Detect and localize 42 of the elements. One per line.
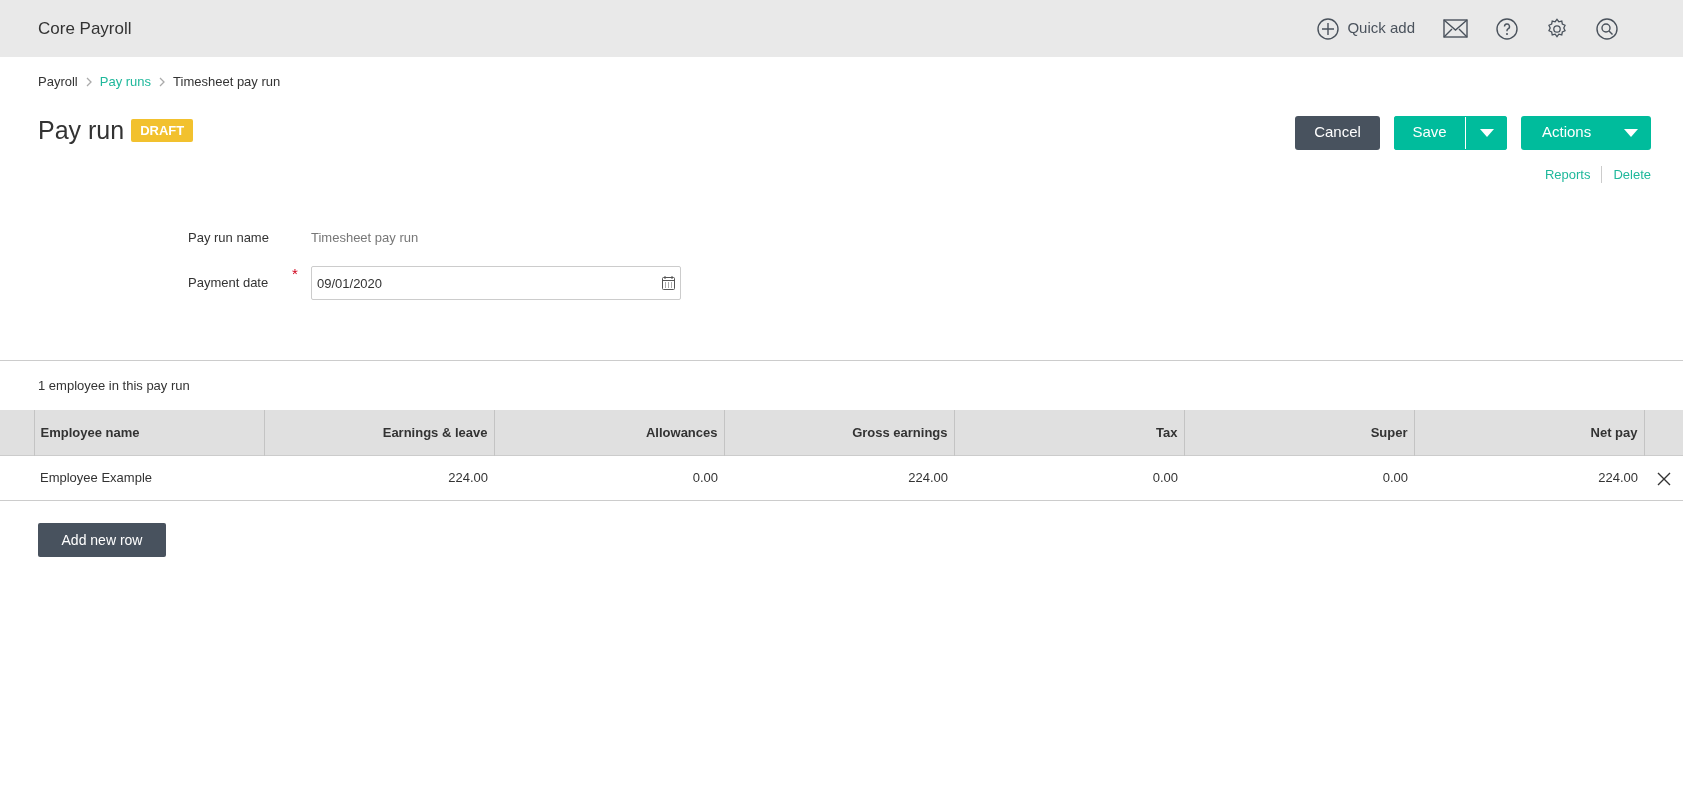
app-title: Core Payroll	[38, 17, 132, 40]
column-header: Earnings & leave	[264, 409, 494, 456]
chevron-icon	[159, 76, 166, 87]
close-icon[interactable]	[1656, 471, 1671, 486]
status-badge: DRAFT	[131, 118, 194, 143]
plus-icon	[1317, 17, 1340, 40]
table-cell: Employee Example	[34, 455, 264, 501]
field-label: Payment date	[188, 274, 270, 293]
column-header: Tax	[954, 409, 1184, 456]
table-cell: 0.00	[1184, 455, 1414, 501]
column-header: Super	[1184, 409, 1414, 456]
reports-link[interactable]: Reports	[1544, 164, 1591, 184]
add-new-row-button[interactable]: Add new row	[38, 523, 166, 557]
quick-add-button[interactable]: Quick add	[1317, 17, 1415, 40]
chevron-icon	[85, 76, 92, 87]
caret-icon	[1624, 128, 1638, 137]
employee-count: 1 employee in this pay run	[37, 377, 191, 395]
cancel-button[interactable]: Cancel	[1295, 115, 1380, 150]
table-cell: 224.00	[264, 455, 494, 501]
page-title: Pay run	[38, 114, 125, 146]
column-header: Gross earnings	[724, 409, 954, 456]
column-header: Allowances	[494, 409, 724, 456]
table-cell: 224.00	[724, 455, 954, 501]
breadcrumb-item: Timesheet pay run	[173, 73, 281, 91]
table-cell: 224.00	[1414, 455, 1644, 501]
search-icon[interactable]	[1596, 17, 1618, 40]
column-header: Employee name	[34, 409, 264, 456]
pay-run-name-value: Timesheet pay run	[311, 229, 419, 248]
settings-icon[interactable]	[1546, 17, 1568, 40]
payment-date-field[interactable]: 09/01/2020	[311, 266, 681, 300]
field-label: Pay run name	[188, 229, 270, 248]
actions-button[interactable]: Actions	[1521, 115, 1651, 150]
calendar-icon[interactable]	[662, 276, 675, 290]
table-cell: 0.00	[954, 455, 1184, 501]
delete-link[interactable]: Delete	[1613, 164, 1651, 184]
breadcrumb-item: Payroll	[38, 73, 78, 91]
help-icon[interactable]	[1496, 17, 1518, 40]
table-cell: 0.00	[494, 455, 724, 501]
caret-icon	[1479, 128, 1494, 137]
breadcrumb-link[interactable]: Pay runs	[99, 72, 152, 92]
mail-icon[interactable]	[1443, 19, 1468, 38]
required-asterisk: *	[292, 265, 298, 282]
